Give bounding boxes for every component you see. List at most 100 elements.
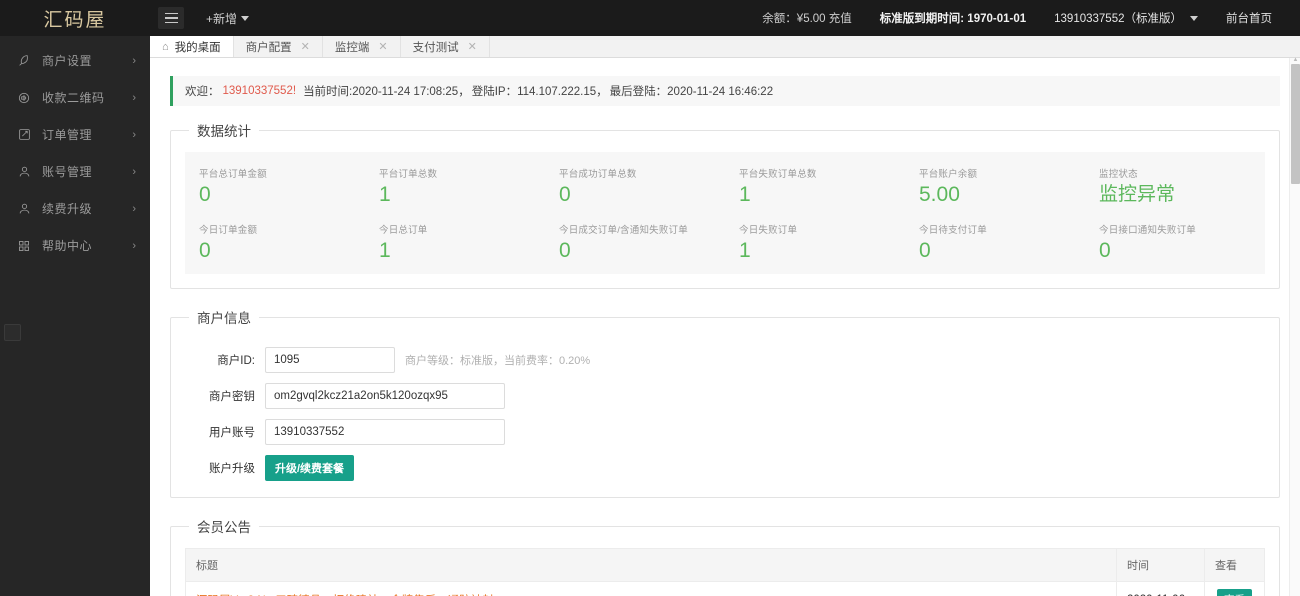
user-icon <box>16 164 32 180</box>
merchant-info-title: 商户信息 <box>197 311 251 326</box>
stat-label: 今日总订单 <box>379 225 428 236</box>
scrollbar-thumb[interactable] <box>1291 64 1300 184</box>
main-content: 欢迎： 13910337552! 当前时间:2020-11-24 17:08:25… <box>150 58 1300 596</box>
view-announcement-button[interactable]: 查看 <box>1217 589 1252 596</box>
chevron-right-icon: › <box>132 91 136 104</box>
chevron-down-icon <box>241 15 250 21</box>
merchant-key-input[interactable] <box>265 383 505 409</box>
stat-value: 0 <box>199 183 211 206</box>
sidebar-item-label: 收款二维码 <box>42 91 105 105</box>
member-announcement-panel: 会员公告 标题 时间 查看 汇码屋Vm3.Net口碑精品，拒绝建站，金牌售后，通… <box>170 516 1280 596</box>
chevron-right-icon: › <box>132 202 136 215</box>
chevron-right-icon: › <box>132 128 136 141</box>
user-account-label: 13910337552（标准版） <box>1054 13 1182 25</box>
stat-value: 1 <box>739 239 751 262</box>
data-statistics-panel: 数据统计 平台总订单金额 0 平台订单总数 1 平台成功订单总数 0 平台失败订… <box>170 120 1280 289</box>
announcement-title-cell: 汇码屋Vm3.Net口碑精品，拒绝建站，金牌售后，通防被封... <box>185 581 1117 596</box>
data-statistics-title: 数据统计 <box>197 124 251 139</box>
scroll-up-arrow-icon[interactable]: ▲ <box>1292 57 1299 63</box>
account-upgrade-row: 账户升级 升级/续费套餐 <box>185 455 1265 481</box>
front-home-link[interactable]: 前台首页 <box>1212 10 1286 26</box>
user-account-menu[interactable]: 13910337552（标准版） <box>1040 10 1212 26</box>
sidebar-collapse-toggle[interactable] <box>4 324 21 341</box>
feather-icon <box>16 53 32 69</box>
balance-display[interactable]: 余额：¥5.00 充值 <box>748 10 865 26</box>
stat-value: 1 <box>379 183 391 206</box>
stat-value: 0 <box>199 239 211 262</box>
recharge-link[interactable]: 充值 <box>829 13 852 25</box>
chevron-down-icon <box>1190 15 1198 21</box>
table-header-row: 标题 时间 查看 <box>185 548 1265 582</box>
merchant-id-label: 商户ID: <box>217 355 255 367</box>
announcement-view-cell: 查看 <box>1204 581 1265 596</box>
announcement-table: 标题 时间 查看 汇码屋Vm3.Net口碑精品，拒绝建站，金牌售后，通防被封..… <box>185 548 1265 596</box>
stat-value: 1 <box>379 239 391 262</box>
logo-area[interactable]: 汇码屋 <box>0 0 150 36</box>
stats-container: 平台总订单金额 0 平台订单总数 1 平台成功订单总数 0 平台失败订单总数 1… <box>185 152 1265 274</box>
sidebar-item-label: 订单管理 <box>42 128 93 142</box>
tab-bar: ⌂ 我的桌面 商户配置 ✕ 监控端 ✕ 支付测试 ✕ <box>150 36 1300 58</box>
merchant-level-hint: 商户等级：标准版，当前费率：0.20% <box>405 355 591 367</box>
stat-card-monitor-status: 监控状态 监控异常 <box>1085 166 1265 208</box>
tab-label: 监控端 <box>334 41 370 54</box>
stat-card: 平台总订单金额 0 <box>185 166 365 208</box>
column-header-title: 标题 <box>185 548 1117 582</box>
stats-row-today: 今日订单金额 0 今日总订单 1 今日成交订单/含通知失败订单 0 今日失败订单… <box>185 222 1265 264</box>
sidebar-item-renew-upgrade[interactable]: 续费升级 › <box>0 190 150 227</box>
stat-label: 监控状态 <box>1099 169 1138 180</box>
stat-card: 平台失败订单总数 1 <box>725 166 905 208</box>
hamburger-icon[interactable] <box>158 7 184 29</box>
stat-card: 平台账户余额 5.00 <box>905 166 1085 208</box>
grid-icon <box>16 238 32 254</box>
stat-label: 今日待支付订单 <box>919 225 987 236</box>
merchant-key-row: 商户密钥 <box>185 383 1265 409</box>
stat-label: 今日订单金额 <box>199 225 258 236</box>
sidebar-item-account-management[interactable]: 账号管理 › <box>0 153 150 190</box>
app-root: 汇码屋 +新增 余额：¥5.00 充值 标准版到期时间: 1970-01-01 … <box>0 0 1300 596</box>
tab-my-desktop[interactable]: ⌂ 我的桌面 <box>150 36 234 57</box>
user-account-input[interactable] <box>265 419 505 445</box>
edit-square-icon <box>16 127 32 143</box>
close-icon[interactable]: ✕ <box>301 40 310 53</box>
merchant-id-input[interactable] <box>265 347 395 373</box>
stat-label: 平台总订单金额 <box>199 169 267 180</box>
expire-date-text: 标准版到期时间: 1970-01-01 <box>879 13 1027 25</box>
stats-row-platform: 平台总订单金额 0 平台订单总数 1 平台成功订单总数 0 平台失败订单总数 1… <box>185 166 1265 208</box>
table-row: 汇码屋Vm3.Net口碑精品，拒绝建站，金牌售后，通防被封... 2020-11… <box>185 581 1265 596</box>
vertical-scrollbar[interactable]: ▲ <box>1289 57 1300 596</box>
stat-label: 平台订单总数 <box>379 169 438 180</box>
upgrade-renew-button[interactable]: 升级/续费套餐 <box>265 455 355 481</box>
stat-label: 今日接口通知失败订单 <box>1099 225 1197 236</box>
welcome-banner: 欢迎： 13910337552! 当前时间:2020-11-24 17:08:25… <box>170 76 1280 106</box>
stat-value: 0 <box>1099 239 1111 262</box>
qrcode-icon <box>16 90 32 106</box>
sidebar-item-payment-qrcode[interactable]: 收款二维码 › <box>0 79 150 116</box>
new-item-button[interactable]: +新增 <box>206 10 250 27</box>
sidebar-item-label: 帮助中心 <box>42 239 93 253</box>
hamburger-bar <box>164 17 178 19</box>
stat-label: 今日成交订单/含通知失败订单 <box>559 225 688 236</box>
stat-card: 平台订单总数 1 <box>365 166 545 208</box>
sidebar-item-merchant-settings[interactable]: 商户设置 › <box>0 42 150 79</box>
status-badge: 监控异常 <box>1099 184 1176 205</box>
new-item-label: +新增 <box>206 11 238 26</box>
close-icon[interactable]: ✕ <box>468 40 477 53</box>
sidebar-item-order-management[interactable]: 订单管理 › <box>0 116 150 153</box>
stat-value: 0 <box>559 239 571 262</box>
tab-payment-test[interactable]: 支付测试 ✕ <box>401 36 490 57</box>
stat-card: 今日待支付订单 0 <box>905 222 1085 264</box>
stat-label: 平台成功订单总数 <box>559 169 637 180</box>
chevron-right-icon: › <box>132 54 136 67</box>
user-account-row: 用户账号 <box>185 419 1265 445</box>
welcome-current-time: 当前时间:2020-11-24 17:08:25， <box>303 86 470 98</box>
stat-value: 0 <box>919 239 931 262</box>
close-icon[interactable]: ✕ <box>378 40 387 53</box>
stat-value: 5.00 <box>919 183 960 206</box>
sidebar-item-help-center[interactable]: 帮助中心 › <box>0 227 150 264</box>
stat-value: 1 <box>739 183 751 206</box>
merchant-id-row: 商户ID: 商户等级：标准版，当前费率：0.20% <box>185 339 1265 373</box>
stat-card: 今日成交订单/含通知失败订单 0 <box>545 222 725 264</box>
stat-card: 今日接口通知失败订单 0 <box>1085 222 1265 264</box>
tab-merchant-config[interactable]: 商户配置 ✕ <box>234 36 323 57</box>
tab-monitor[interactable]: 监控端 ✕ <box>323 36 401 57</box>
